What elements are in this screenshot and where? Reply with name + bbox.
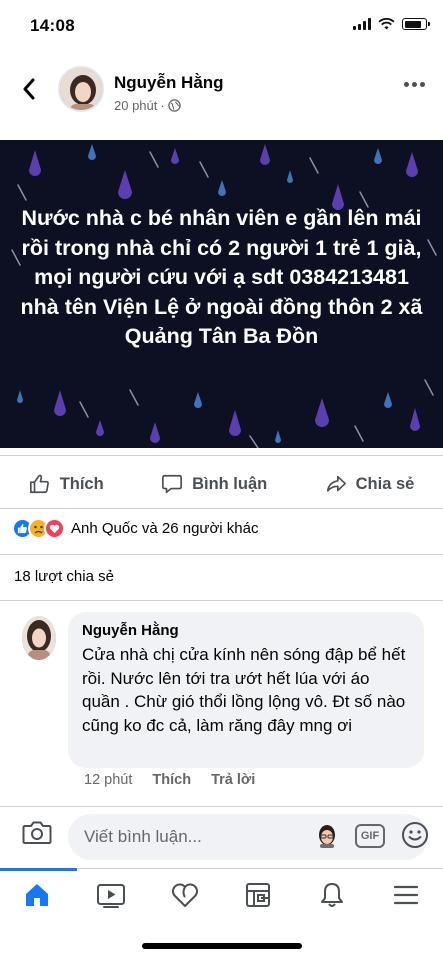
tab-home[interactable] [0,867,77,915]
camera-button[interactable] [22,820,52,851]
post-meta: 20 phút · [114,98,181,113]
shares-count[interactable]: 18 lượt chia sẻ [14,568,114,585]
love-reaction-icon [44,518,65,539]
comment-time: 12 phút [84,772,133,788]
divider [0,806,443,807]
share-label: Chia sẻ [355,474,415,493]
status-bar: 14:08 [0,0,443,52]
more-options-button[interactable] [404,82,425,87]
commenter-avatar[interactable] [22,616,56,660]
divider [0,455,443,456]
divider [0,554,443,555]
like-button[interactable]: Thích [29,473,104,495]
comment-composer: Viết bình luận... GIF [0,812,443,864]
emoji-icon [402,822,428,848]
author-name[interactable]: Nguyễn Hằng [114,73,224,93]
avatar-sticker-button[interactable] [317,824,337,853]
notifications-icon [321,882,344,907]
emoji-button[interactable] [401,821,429,854]
back-button[interactable] [14,74,44,104]
reactions-summary[interactable]: Anh Quốc và 26 người khác [12,518,259,539]
camera-icon [22,821,52,844]
comment-placeholder: Viết bình luận... [84,827,202,846]
tab-dating[interactable] [165,875,205,915]
comment-icon [162,474,183,494]
tab-pages[interactable] [238,875,278,915]
avatar-sticker-icon [319,825,335,848]
post-actions: Thích Bình luận Chia sẻ [0,462,443,506]
author-avatar[interactable] [58,66,104,112]
tab-notifications[interactable] [312,875,352,915]
gif-button[interactable]: GIF [355,824,385,848]
menu-icon [393,885,419,904]
divider [0,508,443,509]
status-icons [353,18,430,30]
comment-author[interactable]: Nguyễn Hằng [82,622,410,639]
thumbs-up-icon [29,474,49,494]
like-label: Thích [59,474,104,493]
status-time: 14:08 [30,16,75,35]
signal-icon [353,18,371,30]
comment-meta: 12 phút Thích Trả lời [84,772,255,788]
comment-reply-button[interactable]: Trả lời [211,772,255,788]
dating-icon [171,883,198,907]
watch-icon [96,883,125,908]
back-arrow-icon [23,78,35,100]
battery-icon [402,18,430,30]
comment-like-button[interactable]: Thích [152,772,191,788]
home-indicator [142,943,302,949]
post-media[interactable]: Nước nhà c bé nhân viên e gần lên mái rồ… [0,140,443,448]
tab-bar [0,867,443,920]
meta-separator: · [160,98,165,113]
home-icon [25,883,48,906]
reactions-text: Anh Quốc và 26 người khác [71,520,259,537]
comment-bubble[interactable]: Nguyễn Hằng Cửa nhà chị cửa kính nên són… [68,612,424,768]
post-text: Nước nhà c bé nhân viên e gần lên mái rồ… [20,206,423,348]
pages-icon [246,882,271,907]
globe-icon [167,99,181,112]
comment-text: Cửa nhà chị cửa kính nên sóng đập bể hết… [82,645,406,735]
wifi-icon [378,18,395,30]
tab-watch[interactable] [91,875,131,915]
tab-menu[interactable] [386,875,426,915]
share-icon [326,475,346,492]
share-button[interactable]: Chia sẻ [325,473,415,495]
post-time[interactable]: 20 phút [114,98,157,113]
post-header: Nguyễn Hằng 20 phút · [0,60,443,122]
comment-button[interactable]: Bình luận [161,473,267,495]
comment-label: Bình luận [192,474,268,493]
divider [0,600,443,601]
